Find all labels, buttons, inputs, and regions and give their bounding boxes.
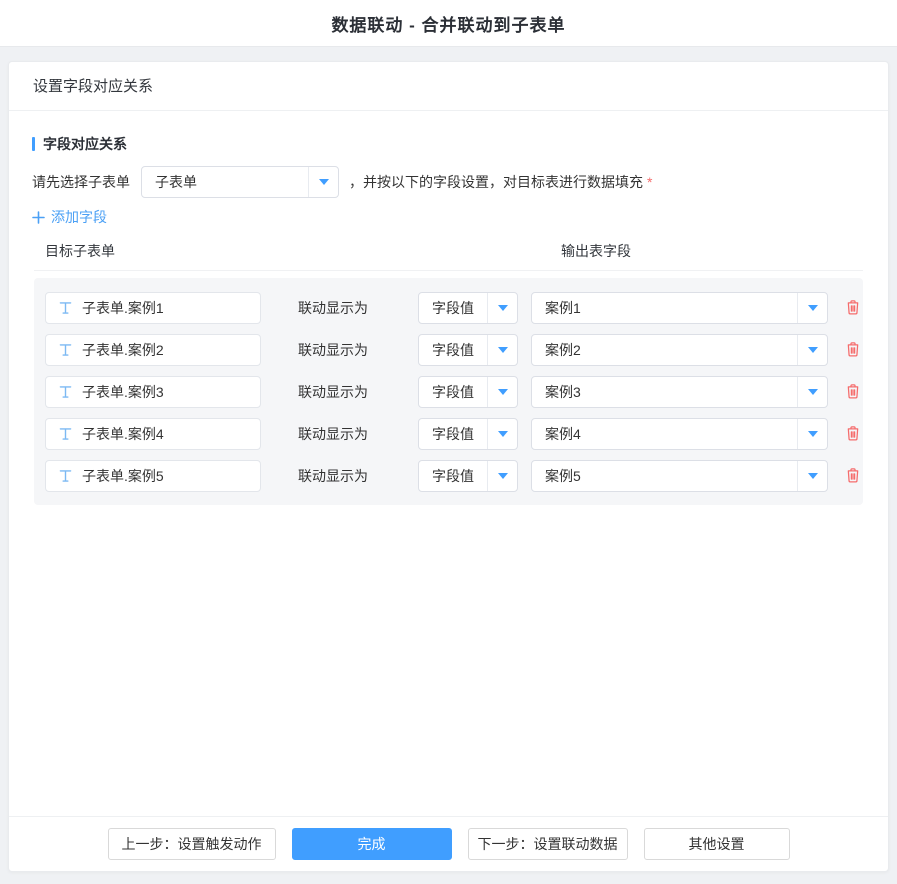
chevron-down-icon [797,293,827,323]
chevron-down-icon [797,377,827,407]
trash-icon [845,383,861,400]
display-mode-value: 字段值 [419,461,487,491]
display-mode-select[interactable]: 字段值 [418,418,518,450]
display-mode-value: 字段值 [419,293,487,323]
chevron-down-icon [487,377,517,407]
add-field-label: 添加字段 [51,207,107,227]
target-field-value: 子表单.案例5 [82,466,164,486]
plus-icon [32,211,45,224]
output-field-value: 案例2 [532,335,797,365]
delete-row-button[interactable] [844,341,862,359]
display-mode-select[interactable]: 字段值 [418,292,518,324]
output-field-value: 案例3 [532,377,797,407]
display-mode-value: 字段值 [419,335,487,365]
delete-row-button[interactable] [844,383,862,401]
output-field-select[interactable]: 案例4 [531,418,828,450]
next-step-button[interactable]: 下一步：设置联动数据 [468,828,628,860]
display-mode-value: 字段值 [419,419,487,449]
dialog-header: 数据联动 - 合并联动到子表单 [0,0,897,47]
output-field-value: 案例4 [532,419,797,449]
table-row: 子表单.案例5 联动显示为 字段值 案例5 [45,460,863,492]
trash-icon [845,341,861,358]
output-field-value: 案例5 [532,461,797,491]
chevron-down-icon [487,335,517,365]
display-mode-select[interactable]: 字段值 [418,460,518,492]
table-row: 子表单.案例2 联动显示为 字段值 案例2 [45,334,863,366]
selector-note: ，并按以下的字段设置，对目标表进行数据填充 [349,172,643,192]
chevron-down-icon [797,461,827,491]
link-display-label: 联动显示为 [298,340,379,360]
subform-selector-label: 请先选择子表单 [32,172,130,192]
required-mark: * [647,174,652,190]
text-field-icon [59,343,72,357]
target-field-input[interactable]: 子表单.案例2 [45,334,261,366]
output-field-select[interactable]: 案例5 [531,460,828,492]
column-target-subform: 目标子表单 [45,243,115,259]
settings-panel: 设置字段对应关系 字段对应关系 请先选择子表单 子表单 ，并按以下的字段设置，对… [8,61,889,872]
other-settings-button[interactable]: 其他设置 [644,828,790,860]
table-row: 子表单.案例4 联动显示为 字段值 案例4 [45,418,863,450]
subform-select-value: 子表单 [142,167,308,197]
delete-row-button[interactable] [844,425,862,443]
finish-button[interactable]: 完成 [292,828,452,860]
output-field-select[interactable]: 案例1 [531,292,828,324]
display-mode-select[interactable]: 字段值 [418,376,518,408]
target-field-value: 子表单.案例1 [82,298,164,318]
delete-row-button[interactable] [844,299,862,317]
dialog-footer: 上一步：设置触发动作 完成 下一步：设置联动数据 其他设置 [9,816,888,871]
subform-selector-row: 请先选择子表单 子表单 ，并按以下的字段设置，对目标表进行数据填充 * [32,166,888,198]
target-field-value: 子表单.案例3 [82,382,164,402]
column-output-field: 输出表字段 [561,241,631,261]
output-field-value: 案例1 [532,293,797,323]
delete-row-button[interactable] [844,467,862,485]
text-field-icon [59,427,72,441]
table-row: 子表单.案例3 联动显示为 字段值 案例3 [45,376,863,408]
chevron-down-icon [487,461,517,491]
link-display-label: 联动显示为 [298,466,379,486]
panel-title: 设置字段对应关系 [9,62,888,111]
section-title-label: 字段对应关系 [43,134,127,154]
link-display-label: 联动显示为 [298,298,379,318]
chevron-down-icon [797,335,827,365]
table-row: 子表单.案例1 联动显示为 字段值 案例1 [45,292,863,324]
text-field-icon [59,469,72,483]
text-field-icon [59,301,72,315]
trash-icon [845,425,861,442]
chevron-down-icon [487,419,517,449]
link-display-label: 联动显示为 [298,424,379,444]
data-link-dialog: 数据联动 - 合并联动到子表单 设置字段对应关系 字段对应关系 请先选择子表单 … [0,0,897,884]
chevron-down-icon [308,167,338,197]
table-header: 目标子表单 输出表字段 [34,241,863,271]
target-field-input[interactable]: 子表单.案例1 [45,292,261,324]
add-field-button[interactable]: 添加字段 [32,207,107,227]
output-field-select[interactable]: 案例3 [531,376,828,408]
page-title: 数据联动 - 合并联动到子表单 [331,11,565,36]
trash-icon [845,299,861,316]
section-title: 字段对应关系 [32,134,888,154]
target-field-value: 子表单.案例2 [82,340,164,360]
chevron-down-icon [797,419,827,449]
link-display-label: 联动显示为 [298,382,379,402]
section-accent-bar [32,137,35,151]
subform-select[interactable]: 子表单 [141,166,339,198]
target-field-value: 子表单.案例4 [82,424,164,444]
target-field-input[interactable]: 子表单.案例5 [45,460,261,492]
field-mapping-list: 子表单.案例1 联动显示为 字段值 案例1 子表单.案例2 [34,278,863,505]
display-mode-select[interactable]: 字段值 [418,334,518,366]
target-field-input[interactable]: 子表单.案例3 [45,376,261,408]
chevron-down-icon [487,293,517,323]
target-field-input[interactable]: 子表单.案例4 [45,418,261,450]
text-field-icon [59,385,72,399]
trash-icon [845,467,861,484]
display-mode-value: 字段值 [419,377,487,407]
output-field-select[interactable]: 案例2 [531,334,828,366]
prev-step-button[interactable]: 上一步：设置触发动作 [108,828,276,860]
